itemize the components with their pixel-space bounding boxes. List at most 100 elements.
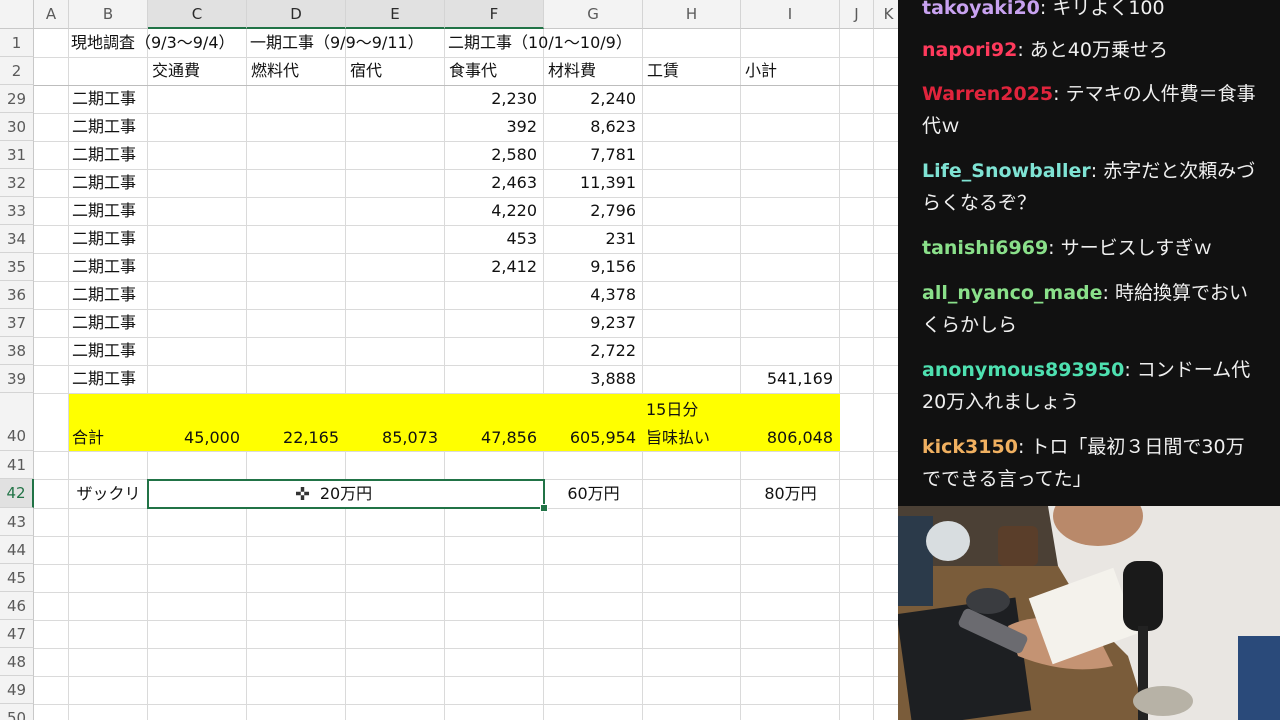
column-header-a[interactable]: A: [34, 0, 69, 29]
row-header-35[interactable]: 35: [0, 253, 34, 281]
chat-username[interactable]: all_nyanco_made: [922, 282, 1103, 304]
cell-b35[interactable]: 二期工事: [72, 253, 136, 281]
cell-c42-value[interactable]: 20万円: [148, 480, 544, 508]
cell-d2[interactable]: 燃料代: [251, 57, 299, 85]
cell-g36[interactable]: 4,378: [544, 281, 636, 309]
row-header-41[interactable]: 41: [0, 451, 34, 479]
column-header-g[interactable]: G: [544, 0, 643, 29]
cell-b33[interactable]: 二期工事: [72, 197, 136, 225]
spreadsheet[interactable]: A B C D E F G H I J K 1 2 29 30 31 32 33…: [0, 0, 898, 720]
chat-username[interactable]: Life_Snowballer: [922, 160, 1091, 182]
cell-g38[interactable]: 2,722: [544, 337, 636, 365]
column-header-d[interactable]: D: [247, 0, 346, 29]
cell-g32[interactable]: 11,391: [544, 169, 636, 197]
row-header-43[interactable]: 43: [0, 508, 34, 536]
cell-b36[interactable]: 二期工事: [72, 281, 136, 309]
chat-username[interactable]: anonymous893950: [922, 359, 1124, 381]
cell-f31[interactable]: 2,580: [445, 141, 537, 169]
row-header-33[interactable]: 33: [0, 197, 34, 225]
cell-g30[interactable]: 8,623: [544, 113, 636, 141]
cell-d1[interactable]: 一期工事（9/9〜9/11）: [250, 29, 424, 57]
column-header-k[interactable]: K: [874, 0, 898, 29]
row-header-1[interactable]: 1: [0, 29, 34, 57]
column-header-i[interactable]: I: [741, 0, 840, 29]
cell-b31[interactable]: 二期工事: [72, 141, 136, 169]
cell-f2[interactable]: 食事代: [449, 57, 497, 85]
row-header-42[interactable]: 42: [0, 479, 34, 508]
cell-b39[interactable]: 二期工事: [72, 365, 136, 393]
cell-g39[interactable]: 3,888: [544, 365, 636, 393]
chat-username[interactable]: tanishi6969: [922, 237, 1048, 259]
column-header-e[interactable]: E: [346, 0, 445, 29]
row-header-39[interactable]: 39: [0, 365, 34, 393]
row-header-38[interactable]: 38: [0, 337, 34, 365]
cell-f40[interactable]: 47,856: [445, 424, 537, 452]
grid-line: [34, 337, 898, 338]
chat-username[interactable]: kick3150: [922, 436, 1018, 458]
cell-b38[interactable]: 二期工事: [72, 337, 136, 365]
row-header-46[interactable]: 46: [0, 592, 34, 620]
cell-i42[interactable]: 80万円: [741, 480, 840, 508]
column-header-f[interactable]: F: [445, 0, 544, 29]
row-header-45[interactable]: 45: [0, 564, 34, 592]
cell-b29[interactable]: 二期工事: [72, 85, 136, 113]
cell-f30[interactable]: 392: [445, 113, 537, 141]
column-header-c[interactable]: C: [148, 0, 247, 29]
cell-i39[interactable]: 541,169: [741, 365, 833, 393]
row-header-36[interactable]: 36: [0, 281, 34, 309]
cell-b42[interactable]: ザックリ: [69, 480, 148, 508]
row-header-30[interactable]: 30: [0, 113, 34, 141]
row-header-32[interactable]: 32: [0, 169, 34, 197]
row-header-48[interactable]: 48: [0, 648, 34, 676]
cell-f35[interactable]: 2,412: [445, 253, 537, 281]
cell-h2[interactable]: 工賃: [647, 57, 679, 85]
cell-f29[interactable]: 2,230: [445, 85, 537, 113]
column-header-b[interactable]: B: [69, 0, 148, 29]
cell-f32[interactable]: 2,463: [445, 169, 537, 197]
cell-g29[interactable]: 2,240: [544, 85, 636, 113]
row-header-40[interactable]: 40: [0, 393, 34, 451]
cell-i2[interactable]: 小計: [745, 57, 777, 85]
cell-f1[interactable]: 二期工事（10/1〜10/9）: [448, 29, 632, 57]
chat-username[interactable]: Warren2025: [922, 83, 1053, 105]
cell-h40-note[interactable]: 旨味払い: [646, 424, 710, 452]
chat-username[interactable]: takoyaki20: [922, 0, 1040, 19]
cell-b37[interactable]: 二期工事: [72, 309, 136, 337]
cell-c2[interactable]: 交通費: [152, 57, 200, 85]
cell-e40[interactable]: 85,073: [346, 424, 438, 452]
select-all-corner[interactable]: [0, 0, 34, 29]
cell-b40-total-label[interactable]: 合計: [72, 424, 104, 452]
column-header-h[interactable]: H: [643, 0, 741, 29]
cell-e2[interactable]: 宿代: [350, 57, 382, 85]
cell-g42[interactable]: 60万円: [544, 480, 643, 508]
cell-b30[interactable]: 二期工事: [72, 113, 136, 141]
cell-g31[interactable]: 7,781: [544, 141, 636, 169]
cell-f34[interactable]: 453: [445, 225, 537, 253]
cell-c40[interactable]: 45,000: [148, 424, 240, 452]
row-header-37[interactable]: 37: [0, 309, 34, 337]
column-header-j[interactable]: J: [840, 0, 874, 29]
chat-username[interactable]: napori92: [922, 39, 1017, 61]
column-label: H: [685, 5, 698, 23]
row-header-29[interactable]: 29: [0, 85, 34, 113]
cell-d40[interactable]: 22,165: [247, 424, 339, 452]
row-header-47[interactable]: 47: [0, 620, 34, 648]
cell-f33[interactable]: 4,220: [445, 197, 537, 225]
cell-g34[interactable]: 231: [544, 225, 636, 253]
cell-b32[interactable]: 二期工事: [72, 169, 136, 197]
row-header-34[interactable]: 34: [0, 225, 34, 253]
cell-g2[interactable]: 材料費: [548, 57, 596, 85]
row-header-2[interactable]: 2: [0, 57, 34, 85]
cell-i40[interactable]: 806,048: [741, 424, 833, 452]
row-header-50[interactable]: 50: [0, 704, 34, 720]
cell-b1[interactable]: 現地調査（9/3〜9/4）: [71, 29, 235, 57]
cell-h40-days[interactable]: 15日分: [646, 396, 698, 424]
cell-g33[interactable]: 2,796: [544, 197, 636, 225]
cell-g40[interactable]: 605,954: [544, 424, 636, 452]
cell-g35[interactable]: 9,156: [544, 253, 636, 281]
row-header-31[interactable]: 31: [0, 141, 34, 169]
row-header-49[interactable]: 49: [0, 676, 34, 704]
row-header-44[interactable]: 44: [0, 536, 34, 564]
cell-g37[interactable]: 9,237: [544, 309, 636, 337]
cell-b34[interactable]: 二期工事: [72, 225, 136, 253]
